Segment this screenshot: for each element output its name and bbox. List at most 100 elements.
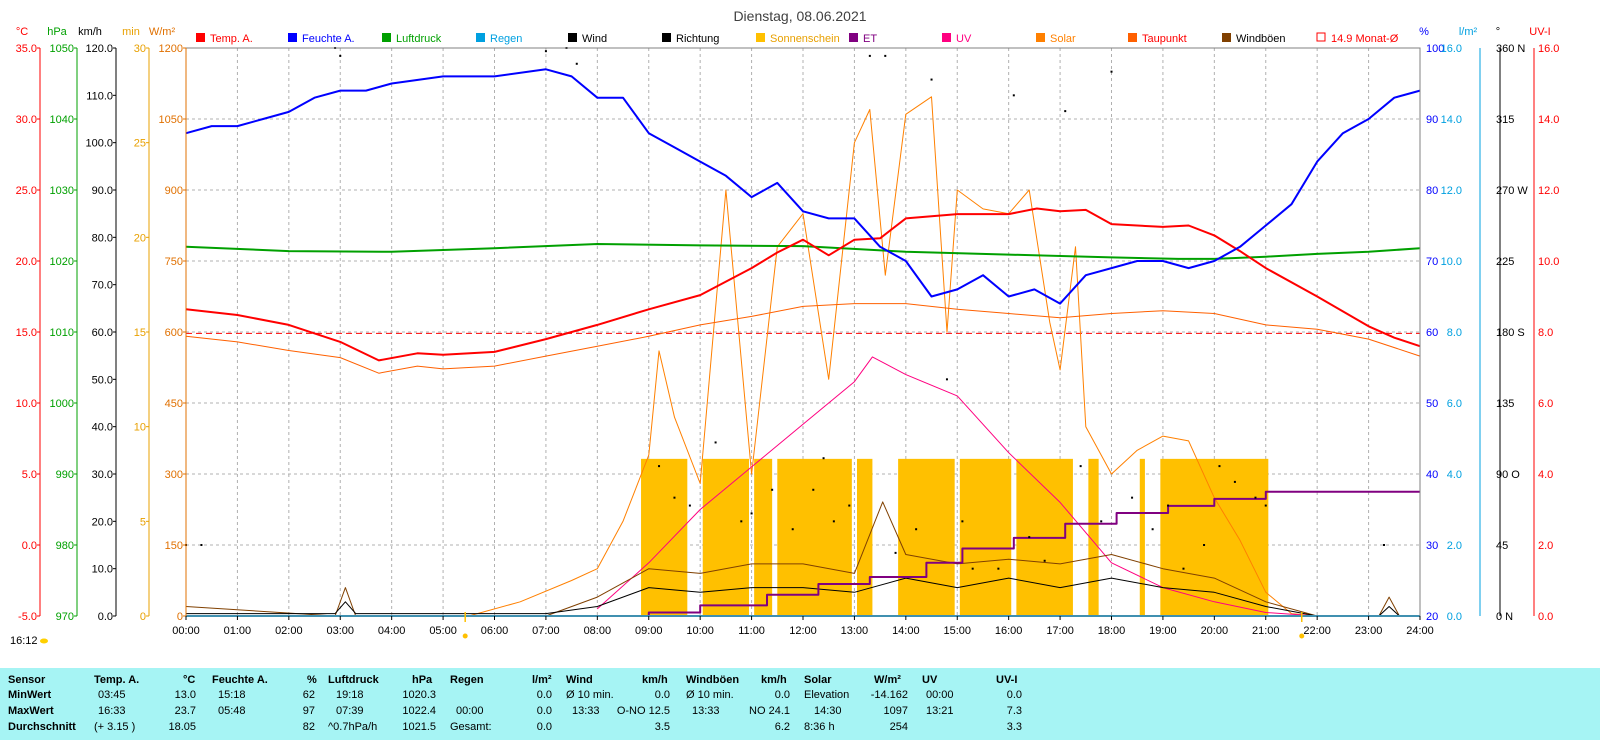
direction-dot <box>848 504 851 507</box>
x-tick-label: 05:00 <box>429 625 457 637</box>
axis-tick-label: 0 <box>177 611 183 623</box>
sunshine-bar <box>777 458 852 616</box>
uv-max: 7.3 <box>1006 705 1022 717</box>
direction-dot <box>339 54 342 57</box>
row-label-max: MaxWert <box>8 705 54 717</box>
direction-dot <box>997 567 1000 570</box>
direction-dot <box>1043 559 1046 562</box>
x-tick-label: 23:00 <box>1355 625 1383 637</box>
wind-min-label: Ø 10 min. <box>566 689 614 701</box>
legend-swatch <box>942 33 951 42</box>
legend-swatch <box>756 33 765 42</box>
wind-avg: 3.5 <box>654 721 670 733</box>
axis-tick-label: 90 O <box>1496 469 1520 481</box>
axis-tick-label: 20 <box>134 232 146 244</box>
sun-icon <box>40 638 48 644</box>
axis-tick-label: 4.0 <box>1447 469 1462 481</box>
regen-max: 0.0 <box>536 705 552 717</box>
legend-label: Richtung <box>676 33 719 45</box>
x-tick-label: 20:00 <box>1201 625 1229 637</box>
windboeen-max-time: 13:33 <box>692 705 720 717</box>
windboeen-title: Windböen <box>686 674 740 686</box>
direction-dot <box>822 457 825 460</box>
direction-dot <box>1151 528 1154 531</box>
direction-dot <box>1167 504 1170 507</box>
legend-label: Wind <box>582 33 607 45</box>
axis-unit: hPa <box>47 26 67 38</box>
legend-swatch <box>849 33 858 42</box>
regen-min: 0.0 <box>536 689 552 701</box>
axis-tick-label: 900 <box>165 185 183 197</box>
x-tick-label: 08:00 <box>584 625 612 637</box>
x-tick-label: 03:00 <box>326 625 354 637</box>
direction-dot <box>575 62 578 65</box>
uv-unit: UV-I <box>996 674 1018 686</box>
legend-label: 14.9 Monat-Ø <box>1331 33 1399 45</box>
solar-unit: W/m² <box>874 674 901 686</box>
regen-title: Regen <box>450 674 484 686</box>
wind-max: O-NO 12.5 <box>616 705 670 717</box>
direction-dot <box>1383 544 1386 546</box>
axis-tick-label: 10 <box>134 422 146 434</box>
axis-tick-label: 40 <box>1426 469 1438 481</box>
axis-tick-label: 25.0 <box>16 185 37 197</box>
axis-tick-label: 90.0 <box>92 185 113 197</box>
axis-tick-label: 10.0 <box>1538 256 1559 268</box>
x-tick-label: 21:00 <box>1252 625 1280 637</box>
axis-tick-label: 990 <box>56 469 74 481</box>
direction-dot <box>658 465 661 468</box>
luftdruck-min-time: 19:18 <box>336 689 364 701</box>
axis-unit: min <box>122 26 140 38</box>
axis-unit: UV-I <box>1529 26 1550 38</box>
axis-tick-label: 0 <box>140 611 146 623</box>
axis-tick-label: 8.0 <box>1447 327 1462 339</box>
row-label-sensor: Sensor <box>8 674 46 686</box>
axis-unit: °C <box>16 26 28 38</box>
axis-tick-label: 1200 <box>159 43 183 55</box>
wind-unit: km/h <box>642 674 668 686</box>
axis-tick-label: 90 <box>1426 114 1438 126</box>
feuchte-unit: % <box>307 674 317 686</box>
legend-label: Sonnenschein <box>770 33 840 45</box>
axis-tick-label: 45 <box>1496 540 1508 552</box>
feuchte-min-time: 15:18 <box>218 689 246 701</box>
axis-unit: ° <box>1496 26 1500 38</box>
axis-tick-label: 16.0 <box>1441 43 1462 55</box>
axis-tick-label: 270 W <box>1496 185 1528 197</box>
direction-dot <box>544 50 547 53</box>
direction-dot <box>868 54 871 57</box>
axis-tick-label: 10.0 <box>16 398 37 410</box>
direction-dot <box>1254 496 1257 499</box>
x-tick-label: 06:00 <box>481 625 509 637</box>
axis-tick-label: 1050 <box>50 43 74 55</box>
axis-tick-label: 100.0 <box>85 138 113 150</box>
x-tick-label: 18:00 <box>1098 625 1126 637</box>
solar-avg-label: 8:36 h <box>804 721 835 733</box>
legend-swatch <box>196 33 205 42</box>
x-tick-label: 10:00 <box>686 625 714 637</box>
axis-tick-label: 600 <box>165 327 183 339</box>
direction-dot <box>1012 94 1015 97</box>
axis-unit: W/m² <box>149 26 176 38</box>
temp-title: Temp. A. <box>94 674 140 686</box>
sunshine-bar <box>702 458 750 616</box>
direction-dot <box>894 551 897 554</box>
temp-max-time: 16:33 <box>98 705 126 717</box>
solar-max-time: 14:30 <box>814 705 842 717</box>
x-tick-label: 04:00 <box>378 625 406 637</box>
axis-tick-label: 15.0 <box>16 327 37 339</box>
direction-dot <box>714 441 717 444</box>
direction-dot <box>750 512 753 515</box>
axis-tick-label: 50.0 <box>92 374 113 386</box>
direction-dot <box>1264 504 1267 507</box>
sun-marker-dot <box>462 633 468 639</box>
direction-dot <box>771 488 774 491</box>
axis-tick-label: 970 <box>56 611 74 623</box>
legend-label: Luftdruck <box>396 33 442 45</box>
feuchte-title: Feuchte A. <box>212 674 268 686</box>
axis-tick-label: 10.0 <box>92 564 113 576</box>
direction-dot <box>1079 465 1082 468</box>
axis-tick-label: 20.0 <box>16 256 37 268</box>
legend-swatch <box>568 33 577 42</box>
x-tick-label: 19:00 <box>1149 625 1177 637</box>
